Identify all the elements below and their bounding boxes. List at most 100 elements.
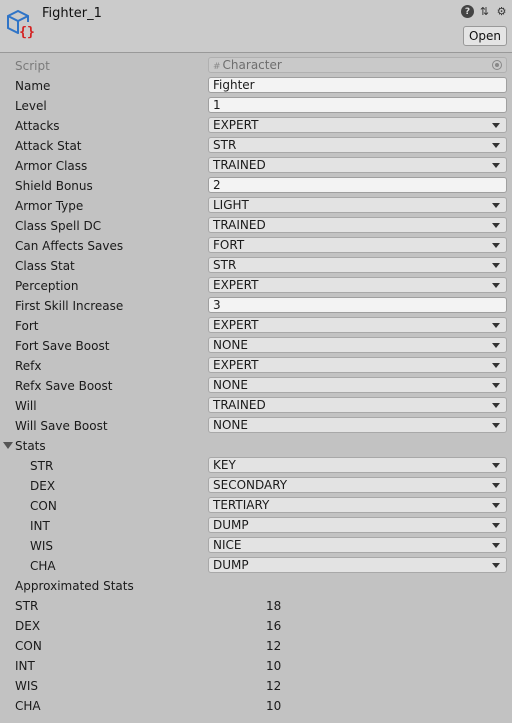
field-value: STR	[213, 138, 237, 152]
field-label: DEX	[30, 479, 56, 493]
field-row: Shield Bonus 2	[0, 176, 512, 196]
script-row: Script # Character	[0, 56, 512, 76]
dropdown-arrow-icon	[492, 523, 500, 528]
field-row: Will Save Boost NONE	[0, 416, 512, 436]
dropdown-arrow-icon	[492, 383, 500, 388]
text-input[interactable]: 2	[208, 177, 507, 193]
field-row: DEX SECONDARY	[0, 476, 512, 496]
svg-text:{}: {}	[19, 25, 35, 39]
field-row: Fort EXPERT	[0, 316, 512, 336]
enum-dropdown[interactable]: NONE	[208, 417, 507, 433]
enum-dropdown[interactable]: EXPERT	[208, 357, 507, 373]
field-label: Name	[15, 79, 51, 93]
dropdown-arrow-icon	[492, 363, 500, 368]
field-row: Class Stat STR	[0, 256, 512, 276]
approx-stat-row: CHA 10	[0, 696, 512, 716]
enum-dropdown[interactable]: NICE	[208, 537, 507, 553]
text-input[interactable]: 1	[208, 97, 507, 113]
field-row: WIS NICE	[0, 536, 512, 556]
presets-icon[interactable]: ⇅	[478, 5, 491, 18]
field-label: CHA	[30, 559, 56, 573]
field-label: Will Save Boost	[15, 419, 108, 433]
enum-dropdown[interactable]: EXPERT	[208, 117, 507, 133]
enum-dropdown[interactable]: LIGHT	[208, 197, 507, 213]
stat-value: 18	[266, 599, 282, 613]
script-icon: #	[213, 62, 221, 72]
stat-label: CON	[15, 639, 42, 653]
field-value: NONE	[213, 418, 248, 432]
dropdown-arrow-icon	[492, 243, 500, 248]
approx-stat-row: CON 12	[0, 636, 512, 656]
stat-label: INT	[15, 659, 35, 673]
enum-dropdown[interactable]: DUMP	[208, 517, 507, 533]
gear-icon[interactable]: ⚙	[495, 5, 508, 18]
field-label: Armor Class	[15, 159, 88, 173]
foldout-arrow-icon[interactable]	[3, 442, 13, 449]
dropdown-arrow-icon	[492, 503, 500, 508]
field-value: TERTIARY	[213, 498, 270, 512]
stat-value: 16	[266, 619, 282, 633]
open-button[interactable]: Open	[463, 26, 507, 46]
enum-dropdown[interactable]: FORT	[208, 237, 507, 253]
enum-dropdown[interactable]: STR	[208, 257, 507, 273]
scriptable-object-icon: {}	[7, 9, 35, 39]
enum-dropdown[interactable]: EXPERT	[208, 277, 507, 293]
field-label: Class Stat	[15, 259, 75, 273]
field-value: STR	[213, 258, 237, 272]
asset-title: Fighter_1	[42, 6, 102, 21]
field-value: EXPERT	[213, 118, 259, 132]
field-value: TRAINED	[213, 218, 266, 232]
stat-value: 12	[266, 679, 282, 693]
field-value: TRAINED	[213, 398, 266, 412]
field-row: CON TERTIARY	[0, 496, 512, 516]
help-icon[interactable]: ?	[461, 5, 474, 18]
dropdown-arrow-icon	[492, 323, 500, 328]
enum-dropdown[interactable]: SECONDARY	[208, 477, 507, 493]
dropdown-arrow-icon	[492, 543, 500, 548]
field-label: Attacks	[15, 119, 60, 133]
field-label: Can Affects Saves	[15, 239, 124, 253]
dropdown-arrow-icon	[492, 223, 500, 228]
field-label: Will	[15, 399, 37, 413]
section-label: Approximated Stats	[15, 579, 134, 593]
field-label: Fort	[15, 319, 39, 333]
field-value: KEY	[213, 458, 236, 472]
text-input[interactable]: 3	[208, 297, 507, 313]
script-object-field: # Character	[208, 57, 507, 73]
field-row: Attacks EXPERT	[0, 116, 512, 136]
enum-dropdown[interactable]: STR	[208, 137, 507, 153]
enum-dropdown[interactable]: TRAINED	[208, 217, 507, 233]
field-label: Perception	[15, 279, 79, 293]
enum-dropdown[interactable]: KEY	[208, 457, 507, 473]
field-label: CON	[30, 499, 57, 513]
field-value: TRAINED	[213, 158, 266, 172]
text-input[interactable]: Fighter	[208, 77, 507, 93]
stat-label: STR	[15, 599, 39, 613]
enum-dropdown[interactable]: NONE	[208, 337, 507, 353]
field-row: Armor Type LIGHT	[0, 196, 512, 216]
field-row: CHA DUMP	[0, 556, 512, 576]
field-row: Class Spell DC TRAINED	[0, 216, 512, 236]
dropdown-arrow-icon	[492, 143, 500, 148]
dropdown-arrow-icon	[492, 343, 500, 348]
stat-value: 10	[266, 659, 282, 673]
stats-foldout[interactable]: Stats	[0, 436, 512, 456]
enum-dropdown[interactable]: DUMP	[208, 557, 507, 573]
enum-dropdown[interactable]: TERTIARY	[208, 497, 507, 513]
enum-dropdown[interactable]: EXPERT	[208, 317, 507, 333]
field-value: DUMP	[213, 518, 249, 532]
stat-label: CHA	[15, 699, 41, 713]
field-label: Shield Bonus	[15, 179, 93, 193]
field-row: Will TRAINED	[0, 396, 512, 416]
field-label: Refx	[15, 359, 42, 373]
stat-value: 10	[266, 699, 282, 713]
enum-dropdown[interactable]: NONE	[208, 377, 507, 393]
field-value: FORT	[213, 238, 245, 252]
field-label: Script	[15, 59, 50, 73]
enum-dropdown[interactable]: TRAINED	[208, 157, 507, 173]
dropdown-arrow-icon	[492, 263, 500, 268]
field-label: Armor Type	[15, 199, 84, 213]
field-label: Level	[15, 99, 47, 113]
field-row: First Skill Increase 3	[0, 296, 512, 316]
enum-dropdown[interactable]: TRAINED	[208, 397, 507, 413]
